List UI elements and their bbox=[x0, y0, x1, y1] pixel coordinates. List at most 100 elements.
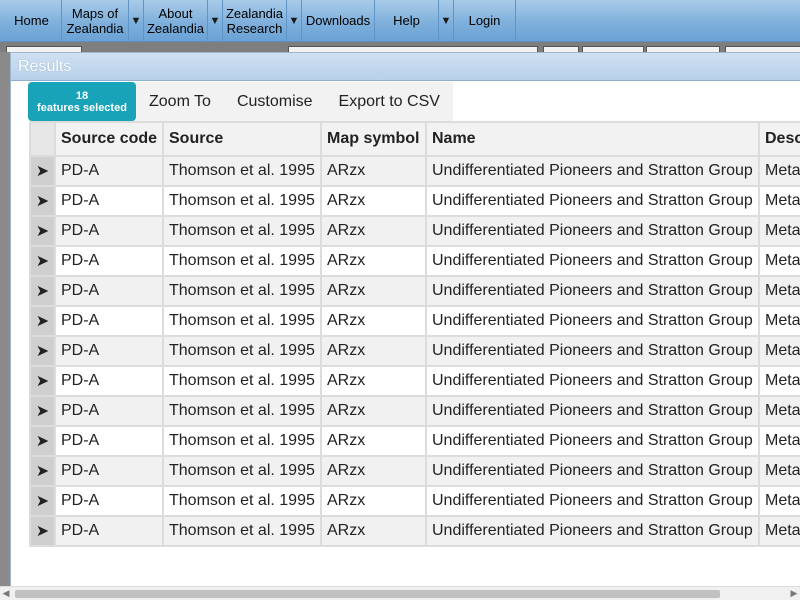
table-row[interactable]: ➤ PD-A Thomson et al. 1995 ARzx Undifferenti… bbox=[29, 395, 800, 427]
row-select-arrow-icon[interactable]: ➤ bbox=[29, 275, 56, 307]
customise-button[interactable]: Customise bbox=[224, 82, 326, 121]
cell-description: Meta bbox=[758, 215, 800, 247]
nav-research-label: Zealandia Research bbox=[225, 5, 284, 36]
nav-maps-of-zealandia[interactable]: Maps of Zealandia bbox=[62, 0, 129, 41]
nav-home[interactable]: Home bbox=[2, 0, 62, 41]
cell-description: Meta bbox=[758, 305, 800, 337]
cell-source: Thomson et al. 1995 bbox=[162, 485, 322, 517]
cell-map-symbol: ARzx bbox=[320, 455, 427, 487]
column-header-description[interactable]: Desc bbox=[758, 121, 800, 157]
cell-map-symbol: ARzx bbox=[320, 155, 427, 187]
nav-zealandia-research[interactable]: Zealandia Research bbox=[223, 0, 287, 41]
table-row[interactable]: ➤ PD-A Thomson et al. 1995 ARzx Undifferenti… bbox=[29, 185, 800, 217]
cell-map-symbol: ARzx bbox=[320, 275, 427, 307]
table-row[interactable]: ➤ PD-A Thomson et al. 1995 ARzx Undifferenti… bbox=[29, 275, 800, 307]
table-row[interactable]: ➤ PD-A Thomson et al. 1995 ARzx Undifferenti… bbox=[29, 515, 800, 547]
nav-about-label: About Zealandia bbox=[146, 5, 205, 36]
horizontal-scrollbar[interactable]: ◀ ▶ bbox=[0, 586, 800, 600]
results-toolbar: 18 features selected Zoom To Customise E… bbox=[28, 82, 453, 121]
row-select-arrow-icon[interactable]: ➤ bbox=[29, 425, 56, 457]
table-row[interactable]: ➤ PD-A Thomson et al. 1995 ARzx Undifferenti… bbox=[29, 485, 800, 517]
cell-name: Undifferentiated Pioneers and Stratton G… bbox=[425, 455, 760, 487]
chevron-down-icon[interactable]: ▼ bbox=[287, 0, 302, 41]
cell-description: Meta bbox=[758, 155, 800, 187]
cell-source: Thomson et al. 1995 bbox=[162, 425, 322, 457]
column-header-name[interactable]: Name bbox=[425, 121, 760, 157]
row-select-arrow-icon[interactable]: ➤ bbox=[29, 515, 56, 547]
table-row[interactable]: ➤ PD-A Thomson et al. 1995 ARzx Undifferenti… bbox=[29, 245, 800, 277]
cell-map-symbol: ARzx bbox=[320, 215, 427, 247]
cell-source: Thomson et al. 1995 bbox=[162, 305, 322, 337]
cell-source-code: PD-A bbox=[54, 275, 164, 307]
table-row[interactable]: ➤ PD-A Thomson et al. 1995 ARzx Undifferenti… bbox=[29, 425, 800, 457]
scroll-left-icon[interactable]: ◀ bbox=[0, 587, 12, 600]
cell-source: Thomson et al. 1995 bbox=[162, 335, 322, 367]
table-row[interactable]: ➤ PD-A Thomson et al. 1995 ARzx Undifferenti… bbox=[29, 455, 800, 487]
cell-description: Meta bbox=[758, 185, 800, 217]
results-panel-header[interactable]: Results bbox=[11, 53, 800, 81]
row-select-arrow-icon[interactable]: ➤ bbox=[29, 395, 56, 427]
cell-source-code: PD-A bbox=[54, 455, 164, 487]
scrollbar-thumb[interactable] bbox=[15, 590, 720, 598]
features-selected-badge[interactable]: 18 features selected bbox=[28, 82, 136, 121]
table-row[interactable]: ➤ PD-A Thomson et al. 1995 ARzx Undifferenti… bbox=[29, 305, 800, 337]
column-header-source-code[interactable]: Source code bbox=[54, 121, 164, 157]
table-row[interactable]: ➤ PD-A Thomson et al. 1995 ARzx Undifferenti… bbox=[29, 215, 800, 247]
cell-name: Undifferentiated Pioneers and Stratton G… bbox=[425, 365, 760, 397]
nav-downloads[interactable]: Downloads bbox=[302, 0, 375, 41]
row-select-arrow-icon[interactable]: ➤ bbox=[29, 155, 56, 187]
cell-description: Meta bbox=[758, 365, 800, 397]
cell-name: Undifferentiated Pioneers and Stratton G… bbox=[425, 335, 760, 367]
scroll-right-icon[interactable]: ▶ bbox=[788, 587, 800, 600]
nav-help[interactable]: Help bbox=[375, 0, 439, 41]
cell-name: Undifferentiated Pioneers and Stratton G… bbox=[425, 515, 760, 547]
nav-login[interactable]: Login bbox=[454, 0, 516, 41]
cell-source-code: PD-A bbox=[54, 485, 164, 517]
cell-description: Meta bbox=[758, 245, 800, 277]
cell-map-symbol: ARzx bbox=[320, 425, 427, 457]
nav-maps-label: Maps of Zealandia bbox=[66, 5, 124, 36]
chevron-down-icon[interactable]: ▼ bbox=[129, 0, 144, 41]
table-row[interactable]: ➤ PD-A Thomson et al. 1995 ARzx Undifferenti… bbox=[29, 365, 800, 397]
export-csv-button[interactable]: Export to CSV bbox=[326, 82, 453, 121]
table-row[interactable]: ➤ PD-A Thomson et al. 1995 ARzx Undifferenti… bbox=[29, 155, 800, 187]
cell-source-code: PD-A bbox=[54, 305, 164, 337]
chevron-down-icon[interactable]: ▼ bbox=[439, 0, 454, 41]
cell-source: Thomson et al. 1995 bbox=[162, 155, 322, 187]
row-select-arrow-icon[interactable]: ➤ bbox=[29, 185, 56, 217]
nav-about-zealandia[interactable]: About Zealandia bbox=[144, 0, 208, 41]
cell-source-code: PD-A bbox=[54, 395, 164, 427]
cell-source: Thomson et al. 1995 bbox=[162, 365, 322, 397]
cell-name: Undifferentiated Pioneers and Stratton G… bbox=[425, 155, 760, 187]
chevron-down-icon[interactable]: ▼ bbox=[208, 0, 223, 41]
cell-source-code: PD-A bbox=[54, 425, 164, 457]
cell-description: Meta bbox=[758, 455, 800, 487]
cell-description: Meta bbox=[758, 425, 800, 457]
cell-map-symbol: ARzx bbox=[320, 185, 427, 217]
cell-name: Undifferentiated Pioneers and Stratton G… bbox=[425, 425, 760, 457]
cell-source: Thomson et al. 1995 bbox=[162, 455, 322, 487]
row-select-arrow-icon[interactable]: ➤ bbox=[29, 305, 56, 337]
cell-source: Thomson et al. 1995 bbox=[162, 185, 322, 217]
cell-map-symbol: ARzx bbox=[320, 305, 427, 337]
column-header-map-symbol[interactable]: Map symbol bbox=[320, 121, 427, 157]
cell-name: Undifferentiated Pioneers and Stratton G… bbox=[425, 185, 760, 217]
cell-source-code: PD-A bbox=[54, 335, 164, 367]
cell-source-code: PD-A bbox=[54, 155, 164, 187]
row-select-arrow-icon[interactable]: ➤ bbox=[29, 485, 56, 517]
zoom-to-button[interactable]: Zoom To bbox=[136, 82, 224, 121]
row-select-arrow-icon[interactable]: ➤ bbox=[29, 455, 56, 487]
row-select-arrow-icon[interactable]: ➤ bbox=[29, 365, 56, 397]
table-row[interactable]: ➤ PD-A Thomson et al. 1995 ARzx Undifferenti… bbox=[29, 335, 800, 367]
nav-downloads-label: Downloads bbox=[305, 13, 371, 28]
cell-map-symbol: ARzx bbox=[320, 245, 427, 277]
cell-map-symbol: ARzx bbox=[320, 485, 427, 517]
nav-help-label: Help bbox=[393, 13, 420, 28]
row-select-arrow-icon[interactable]: ➤ bbox=[29, 245, 56, 277]
row-select-arrow-icon[interactable]: ➤ bbox=[29, 215, 56, 247]
column-header-source[interactable]: Source bbox=[162, 121, 322, 157]
cell-name: Undifferentiated Pioneers and Stratton G… bbox=[425, 395, 760, 427]
row-select-arrow-icon[interactable]: ➤ bbox=[29, 335, 56, 367]
selected-count: 18 bbox=[75, 89, 89, 102]
top-navigation-bar: Home Maps of Zealandia ▼ About Zealandia… bbox=[0, 0, 800, 42]
